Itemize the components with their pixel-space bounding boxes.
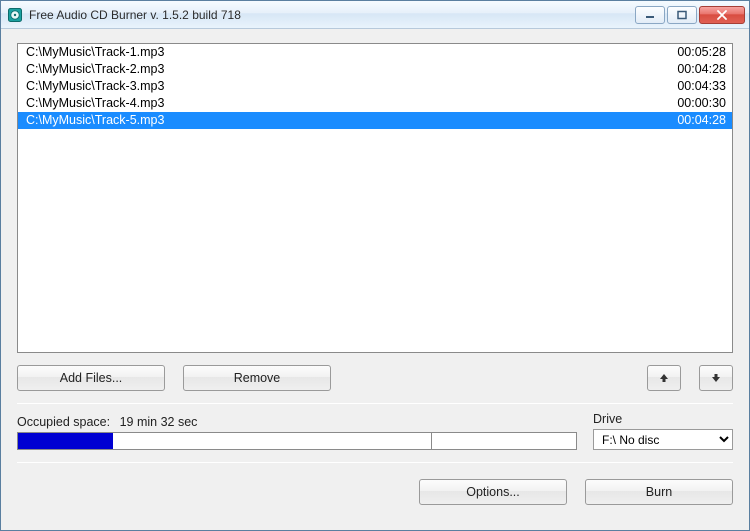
track-row[interactable]: C:\MyMusic\Track-1.mp300:05:28 [18, 44, 732, 61]
bottom-buttons-row: Options... Burn [17, 479, 733, 505]
occupied-space-bar [17, 432, 577, 450]
app-icon [7, 7, 23, 23]
track-row[interactable]: C:\MyMusic\Track-2.mp300:04:28 [18, 61, 732, 78]
track-row[interactable]: C:\MyMusic\Track-3.mp300:04:33 [18, 78, 732, 95]
app-window: Free Audio CD Burner v. 1.5.2 build 718 … [0, 0, 750, 531]
track-path: C:\MyMusic\Track-5.mp3 [26, 113, 656, 128]
burn-button[interactable]: Burn [585, 479, 733, 505]
divider [17, 403, 733, 404]
occupied-space-label: Occupied space: 19 min 32 sec [17, 415, 577, 429]
move-up-button[interactable] [647, 365, 681, 391]
capacity-marker [431, 432, 432, 450]
space-drive-row: Occupied space: 19 min 32 sec Drive F:\ … [17, 412, 733, 450]
arrow-down-icon [710, 372, 722, 384]
track-duration: 00:05:28 [656, 45, 726, 60]
track-row[interactable]: C:\MyMusic\Track-5.mp300:04:28 [18, 112, 732, 129]
track-duration: 00:00:30 [656, 96, 726, 111]
drive-select[interactable]: F:\ No disc [593, 429, 733, 450]
track-row[interactable]: C:\MyMusic\Track-4.mp300:00:30 [18, 95, 732, 112]
occupied-space-value: 19 min 32 sec [120, 415, 198, 429]
track-path: C:\MyMusic\Track-4.mp3 [26, 96, 656, 111]
remove-button[interactable]: Remove [183, 365, 331, 391]
track-path: C:\MyMusic\Track-3.mp3 [26, 79, 656, 94]
window-title: Free Audio CD Burner v. 1.5.2 build 718 [29, 8, 635, 22]
drive-label: Drive [593, 412, 733, 426]
close-button[interactable] [699, 6, 745, 24]
track-path: C:\MyMusic\Track-2.mp3 [26, 62, 656, 77]
maximize-button[interactable] [667, 6, 697, 24]
track-duration: 00:04:28 [656, 113, 726, 128]
track-list[interactable]: C:\MyMusic\Track-1.mp300:05:28C:\MyMusic… [17, 43, 733, 353]
add-files-button[interactable]: Add Files... [17, 365, 165, 391]
divider [17, 462, 733, 463]
list-buttons-row: Add Files... Remove [17, 365, 733, 391]
occupied-space-fill [18, 433, 113, 449]
arrow-up-icon [658, 372, 670, 384]
minimize-button[interactable] [635, 6, 665, 24]
options-button[interactable]: Options... [419, 479, 567, 505]
occupied-space-block: Occupied space: 19 min 32 sec [17, 415, 577, 450]
move-down-button[interactable] [699, 365, 733, 391]
drive-block: Drive F:\ No disc [593, 412, 733, 450]
window-controls [635, 6, 745, 24]
track-duration: 00:04:33 [656, 79, 726, 94]
titlebar: Free Audio CD Burner v. 1.5.2 build 718 [1, 1, 749, 29]
occupied-space-caption: Occupied space: [17, 415, 110, 429]
track-duration: 00:04:28 [656, 62, 726, 77]
client-area: C:\MyMusic\Track-1.mp300:05:28C:\MyMusic… [1, 29, 749, 530]
track-path: C:\MyMusic\Track-1.mp3 [26, 45, 656, 60]
